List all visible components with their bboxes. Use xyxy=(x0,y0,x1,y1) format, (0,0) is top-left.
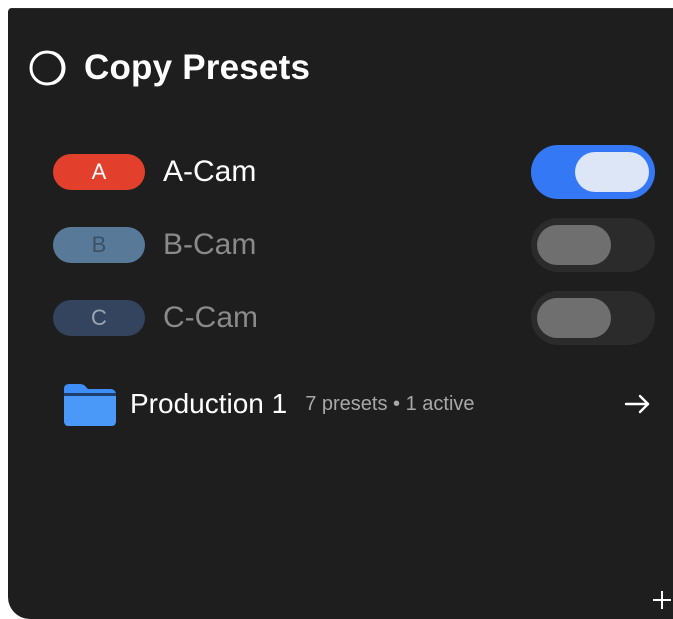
camera-badge-letter: C xyxy=(91,305,107,330)
camera-a-toggle[interactable] xyxy=(531,145,655,199)
camera-label-b: B-Cam xyxy=(163,228,257,261)
folder-row-production[interactable]: Production 1 7 presets • 1 active xyxy=(60,378,652,430)
panel-top-edge xyxy=(8,8,673,9)
camera-badge-b: B xyxy=(53,227,145,263)
plus-icon[interactable] xyxy=(651,589,673,611)
arrow-right-icon[interactable] xyxy=(622,392,652,416)
folder-name: Production 1 xyxy=(130,388,288,419)
camera-label-c: C-Cam xyxy=(163,301,258,334)
copy-presets-logo-icon xyxy=(29,50,66,86)
page-title: Copy Presets xyxy=(84,48,311,87)
copy-presets-panel: Copy Presets A A-Cam B B-Cam C C-Cam Pro… xyxy=(8,8,673,619)
camera-badge-letter: B xyxy=(91,232,107,257)
camera-row-c: C C-Cam xyxy=(53,291,655,345)
panel-header: Copy Presets xyxy=(28,46,310,90)
folder-icon xyxy=(64,384,116,426)
camera-b-toggle[interactable] xyxy=(531,218,655,272)
camera-badge-letter: A xyxy=(91,159,107,184)
toggle-knob xyxy=(537,298,611,338)
toggle-knob xyxy=(537,225,611,265)
camera-row-a: A A-Cam xyxy=(53,145,655,199)
camera-row-b: B B-Cam xyxy=(53,218,655,272)
camera-badge-a: A xyxy=(53,154,145,190)
camera-badge-c: C xyxy=(53,300,145,336)
camera-c-toggle[interactable] xyxy=(531,291,655,345)
folder-meta: 7 presets • 1 active xyxy=(305,392,475,415)
toggle-knob xyxy=(575,152,649,192)
camera-label-a: A-Cam xyxy=(163,155,257,188)
